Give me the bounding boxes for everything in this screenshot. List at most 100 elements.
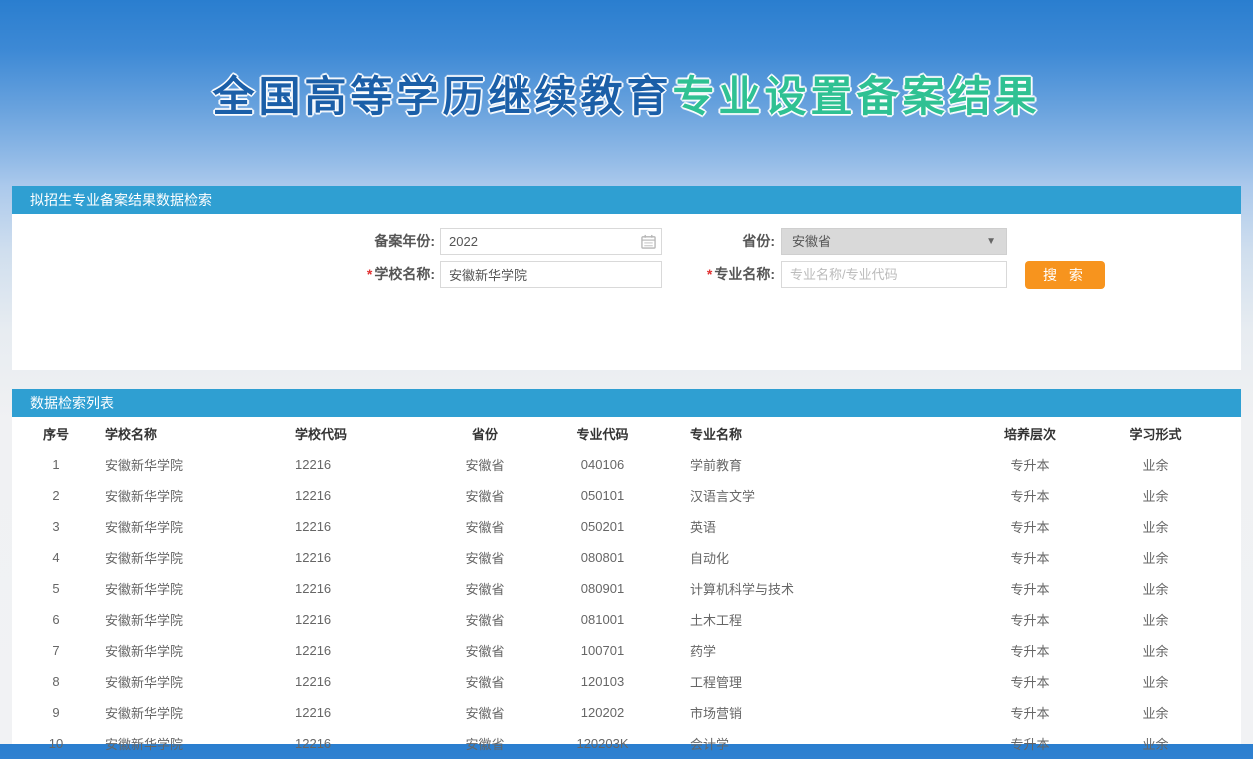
table-cell-major-name: 工程管理 (655, 666, 990, 697)
table-cell-major-code: 080801 (550, 542, 655, 573)
table-cell-index: 2 (12, 480, 100, 511)
table-cell-province: 安徽省 (420, 511, 550, 542)
table-cell-province: 安徽省 (420, 480, 550, 511)
table-row: 6 安徽新华学院 12216 安徽省 081001 土木工程 专升本 业余 (12, 604, 1241, 635)
table-cell-major-code: 120103 (550, 666, 655, 697)
table-cell-level: 专升本 (990, 635, 1070, 666)
major-name-input[interactable] (781, 261, 1007, 288)
search-panel: 拟招生专业备案结果数据检索 备案年份: 省份: 安徽省 ▼ *学校名称: *专业… (12, 186, 1241, 370)
search-form: 备案年份: 省份: 安徽省 ▼ *学校名称: *专业名称: 搜 索 (12, 214, 1241, 370)
table-cell-school-name: 安徽新华学院 (100, 573, 290, 604)
table-cell-school-name: 安徽新华学院 (100, 449, 290, 480)
table-cell-school-name: 安徽新华学院 (100, 635, 290, 666)
table-cell-major-name: 自动化 (655, 542, 990, 573)
table-cell-province: 安徽省 (420, 604, 550, 635)
table-cell-level: 专升本 (990, 480, 1070, 511)
table-cell-index: 1 (12, 449, 100, 480)
table-cell-index: 8 (12, 666, 100, 697)
column-header: 专业代码 (550, 417, 655, 449)
column-header: 学习形式 (1070, 417, 1241, 449)
table-cell-school-code: 12216 (290, 480, 420, 511)
page-title-part-green: 专业设置备案结果 (673, 73, 1041, 120)
year-field-label-text: 备案年份: (374, 233, 435, 249)
table-cell-school-code: 12216 (290, 449, 420, 480)
table-cell-study-form: 业余 (1070, 511, 1241, 542)
table-cell-province: 安徽省 (420, 666, 550, 697)
table-row: 4 安徽新华学院 12216 安徽省 080801 自动化 专升本 业余 (12, 542, 1241, 573)
results-panel: 数据检索列表 序号 学校名称 学校代码 省份 专业代码 专业名称 培养层次 学习… (12, 389, 1241, 744)
table-cell-major-name: 药学 (655, 635, 990, 666)
province-field-label-text: 省份: (742, 233, 775, 249)
table-cell-level: 专升本 (990, 666, 1070, 697)
table-cell-study-form: 业余 (1070, 697, 1241, 728)
column-header: 省份 (420, 417, 550, 449)
table-cell-major-code: 080901 (550, 573, 655, 604)
table-cell-level: 专升本 (990, 449, 1070, 480)
table-row: 5 安徽新华学院 12216 安徽省 080901 计算机科学与技术 专升本 业… (12, 573, 1241, 604)
table-cell-level: 专升本 (990, 542, 1070, 573)
search-panel-header: 拟招生专业备案结果数据检索 (12, 186, 1241, 214)
table-cell-study-form: 业余 (1070, 480, 1241, 511)
table-cell-province: 安徽省 (420, 697, 550, 728)
table-cell-school-code: 12216 (290, 697, 420, 728)
column-header: 专业名称 (655, 417, 990, 449)
table-cell-school-code: 12216 (290, 604, 420, 635)
results-table: 序号 学校名称 学校代码 省份 专业代码 专业名称 培养层次 学习形式 1 安徽… (12, 417, 1241, 759)
table-cell-school-code: 12216 (290, 635, 420, 666)
table-row: 8 安徽新华学院 12216 安徽省 120103 工程管理 专升本 业余 (12, 666, 1241, 697)
table-cell-province: 安徽省 (420, 635, 550, 666)
table-cell-major-name: 汉语言文学 (655, 480, 990, 511)
table-row: 2 安徽新华学院 12216 安徽省 050101 汉语言文学 专升本 业余 (12, 480, 1241, 511)
table-cell-index: 9 (12, 697, 100, 728)
province-select-value: 安徽省 (792, 234, 831, 249)
table-cell-study-form: 业余 (1070, 542, 1241, 573)
table-cell-major-name: 英语 (655, 511, 990, 542)
search-button[interactable]: 搜 索 (1025, 261, 1105, 289)
table-cell-study-form: 业余 (1070, 635, 1241, 666)
table-cell-school-name: 安徽新华学院 (100, 666, 290, 697)
school-field-label: *学校名称: (262, 261, 435, 288)
table-cell-school-name: 安徽新华学院 (100, 542, 290, 573)
table-cell-province: 安徽省 (420, 449, 550, 480)
table-cell-index: 5 (12, 573, 100, 604)
province-select[interactable]: 安徽省 ▼ (781, 228, 1007, 255)
table-cell-index: 3 (12, 511, 100, 542)
column-header: 学校代码 (290, 417, 420, 449)
table-cell-school-code: 12216 (290, 511, 420, 542)
table-cell-school-name: 安徽新华学院 (100, 511, 290, 542)
table-cell-school-code: 12216 (290, 666, 420, 697)
table-cell-school-code: 12216 (290, 542, 420, 573)
table-cell-major-code: 120202 (550, 697, 655, 728)
table-cell-school-name: 安徽新华学院 (100, 697, 290, 728)
table-cell-major-code: 081001 (550, 604, 655, 635)
major-field-label-text: 专业名称: (714, 266, 775, 282)
required-asterisk: * (367, 266, 372, 282)
table-cell-major-name: 市场营销 (655, 697, 990, 728)
table-cell-major-code: 050101 (550, 480, 655, 511)
table-cell-level: 专升本 (990, 511, 1070, 542)
page-title-part-blue: 全国高等学历继续教育 (212, 73, 672, 120)
table-cell-level: 专升本 (990, 573, 1070, 604)
results-panel-header: 数据检索列表 (12, 389, 1241, 417)
school-field-label-text: 学校名称: (374, 266, 435, 282)
table-cell-study-form: 业余 (1070, 573, 1241, 604)
table-cell-index: 6 (12, 604, 100, 635)
table-cell-school-name: 安徽新华学院 (100, 604, 290, 635)
table-cell-major-name: 学前教育 (655, 449, 990, 480)
column-header: 学校名称 (100, 417, 290, 449)
table-cell-major-code: 040106 (550, 449, 655, 480)
province-field-label: 省份: (602, 228, 775, 255)
column-header: 序号 (12, 417, 100, 449)
required-asterisk: * (707, 266, 712, 282)
table-cell-level: 专升本 (990, 604, 1070, 635)
table-cell-level: 专升本 (990, 697, 1070, 728)
column-header: 培养层次 (990, 417, 1070, 449)
table-cell-major-code: 100701 (550, 635, 655, 666)
table-cell-school-name: 安徽新华学院 (100, 480, 290, 511)
table-cell-index: 7 (12, 635, 100, 666)
page-title: 全国高等学历继续教育专业设置备案结果 (0, 63, 1253, 124)
table-cell-major-name: 计算机科学与技术 (655, 573, 990, 604)
table-cell-school-code: 12216 (290, 573, 420, 604)
table-cell-province: 安徽省 (420, 573, 550, 604)
table-cell-province: 安徽省 (420, 542, 550, 573)
